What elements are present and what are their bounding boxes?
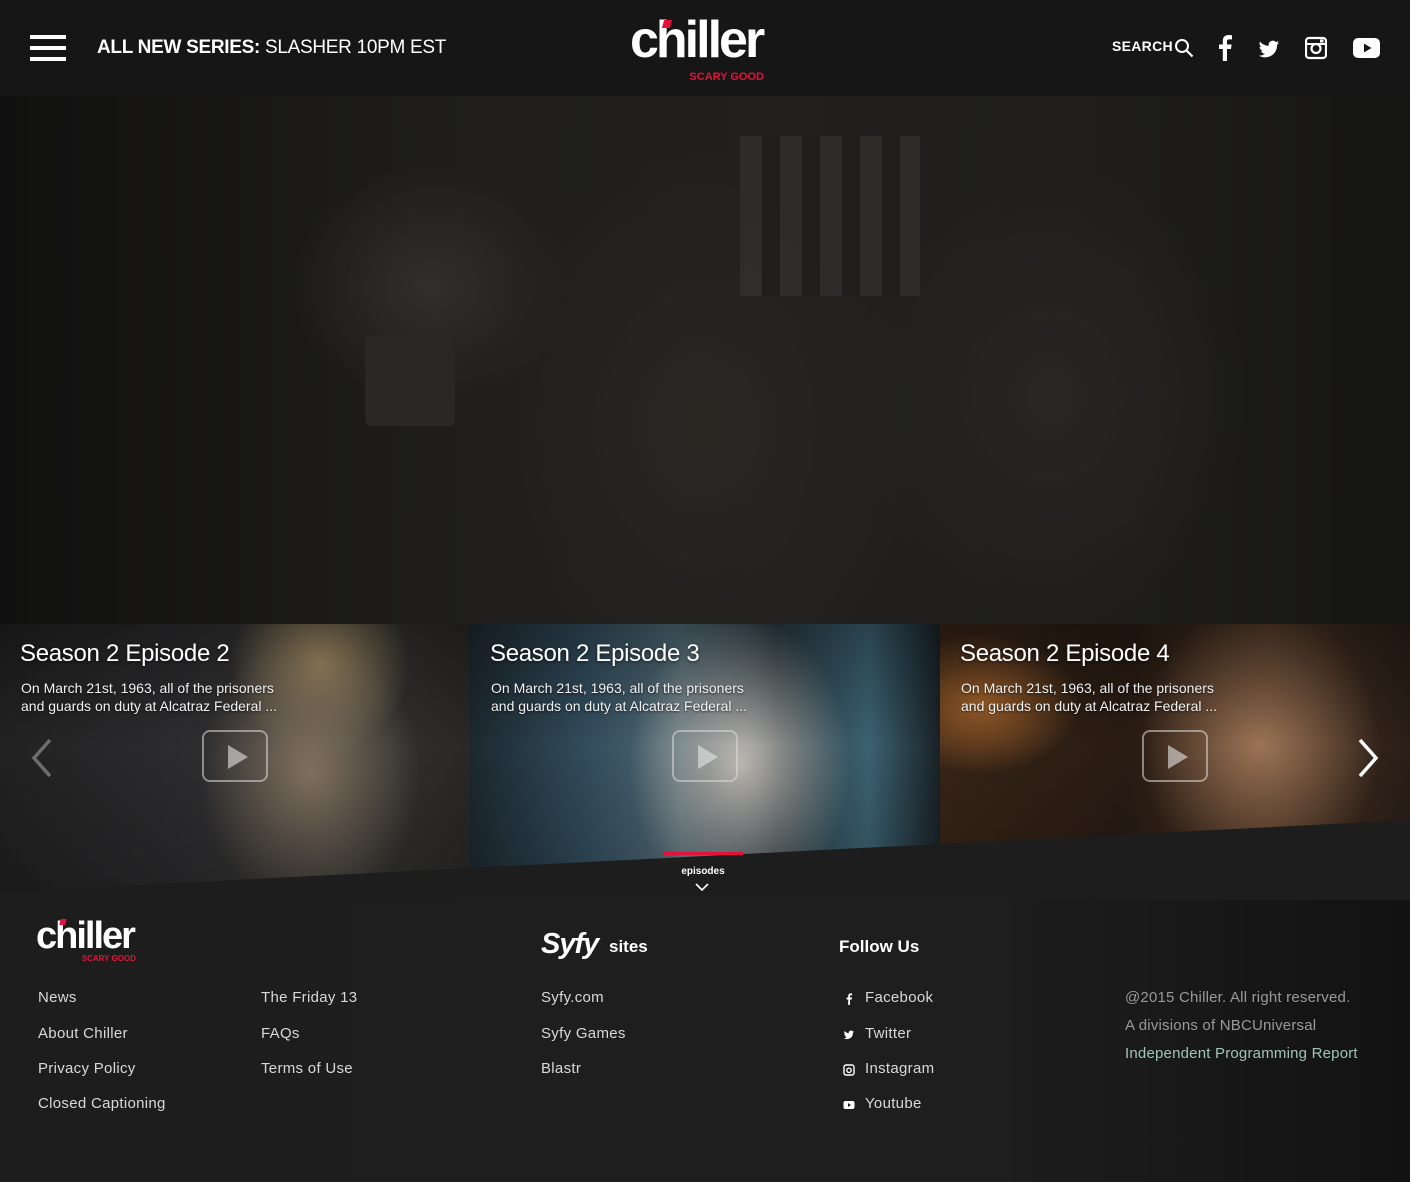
- twitter-icon[interactable]: [1258, 35, 1280, 61]
- hero-image[interactable]: [0, 96, 1410, 624]
- chevron-down-icon[interactable]: [695, 882, 709, 892]
- instagram-icon[interactable]: [1305, 35, 1327, 61]
- follow-link-twitter[interactable]: Twitter: [865, 1025, 911, 1042]
- chevron-right-icon[interactable]: [1356, 738, 1380, 778]
- episode-title: Season 2 Episode 2: [20, 640, 230, 667]
- independent-programming-report-link[interactable]: Independent Programming Report: [1125, 1045, 1358, 1062]
- hero-overlay: [0, 96, 1410, 624]
- facebook-icon: [846, 993, 853, 1005]
- play-button[interactable]: [1142, 730, 1208, 782]
- episode-title: Season 2 Episode 4: [960, 640, 1170, 667]
- footer-link-privacy[interactable]: Privacy Policy: [38, 1060, 136, 1077]
- facebook-icon[interactable]: [1218, 35, 1232, 61]
- logo-wordmark: chiller: [36, 915, 136, 957]
- site-footer: [0, 892, 1410, 1182]
- division-text: A divisions of NBCUniversal: [1125, 1017, 1317, 1034]
- logo-wordmark: chiller: [630, 11, 765, 69]
- episode-description: On March 21st, 1963, all of the prisoner…: [491, 679, 766, 715]
- footer-link-about[interactable]: About Chiller: [38, 1025, 128, 1042]
- syfy-sites-heading: sites: [609, 937, 648, 956]
- twitter-icon: [843, 1030, 854, 1040]
- chiller-logo[interactable]: chiller SCARY GOOD: [630, 14, 780, 86]
- follow-us-heading: Follow Us: [839, 937, 920, 956]
- episode-description-line: and guards on duty at Alcatraz Federal .…: [491, 698, 748, 714]
- footer-link-faqs[interactable]: FAQs: [261, 1025, 300, 1042]
- follow-link-instagram[interactable]: Instagram: [865, 1060, 934, 1077]
- episode-description: On March 21st, 1963, all of the prisoner…: [961, 679, 1236, 715]
- footer-link-terms[interactable]: Terms of Use: [261, 1060, 353, 1077]
- play-button[interactable]: [202, 730, 268, 782]
- episodes-tab-indicator: [663, 852, 743, 855]
- footer-link-friday13[interactable]: The Friday 13: [261, 989, 357, 1006]
- episode-title: Season 2 Episode 3: [490, 640, 700, 667]
- promo-text: SLASHER 10PM EST: [264, 37, 447, 58]
- logo-tagline: SCARY GOOD: [81, 954, 136, 963]
- copyright-text: @2015 Chiller. All right reserved.: [1125, 989, 1351, 1006]
- episode-description-line: On March 21st, 1963, all of the prisoner…: [961, 680, 1214, 696]
- episode-description-line: On March 21st, 1963, all of the prisoner…: [491, 680, 744, 696]
- chevron-left-icon[interactable]: [30, 738, 54, 778]
- episode-description-line: and guards on duty at Alcatraz Federal .…: [21, 698, 278, 714]
- syfy-logo: Syfy: [541, 928, 599, 960]
- footer-chiller-logo[interactable]: chiller SCARY GOOD: [36, 916, 146, 968]
- episodes-tab[interactable]: episodes: [663, 866, 743, 877]
- promo-label: ALL NEW SERIES:: [97, 37, 260, 58]
- episode-description-line: On March 21st, 1963, all of the prisoner…: [21, 680, 274, 696]
- search-icon[interactable]: [1174, 38, 1194, 58]
- youtube-icon[interactable]: [1353, 35, 1380, 61]
- logo-tagline: SCARY GOOD: [689, 71, 764, 83]
- search-label[interactable]: SEARCH: [1112, 38, 1173, 54]
- follow-link-facebook[interactable]: Facebook: [865, 989, 933, 1006]
- promo-banner[interactable]: ALL NEW SERIES: SLASHER 10PM EST: [97, 37, 446, 59]
- footer-link-syfy-games[interactable]: Syfy Games: [541, 1025, 626, 1042]
- follow-link-youtube[interactable]: Youtube: [865, 1095, 922, 1112]
- footer-link-syfy[interactable]: Syfy.com: [541, 989, 604, 1006]
- episode-description: On March 21st, 1963, all of the prisoner…: [21, 679, 296, 715]
- footer-link-captioning[interactable]: Closed Captioning: [38, 1095, 166, 1112]
- instagram-icon: [843, 1064, 855, 1076]
- menu-icon[interactable]: [30, 35, 66, 61]
- site-header: ALL NEW SERIES: SLASHER 10PM EST chiller…: [0, 0, 1410, 96]
- footer-link-blastr[interactable]: Blastr: [541, 1060, 581, 1077]
- play-button[interactable]: [672, 730, 738, 782]
- footer-link-news[interactable]: News: [38, 989, 77, 1006]
- youtube-icon: [843, 1101, 855, 1109]
- episode-description-line: and guards on duty at Alcatraz Federal .…: [961, 698, 1218, 714]
